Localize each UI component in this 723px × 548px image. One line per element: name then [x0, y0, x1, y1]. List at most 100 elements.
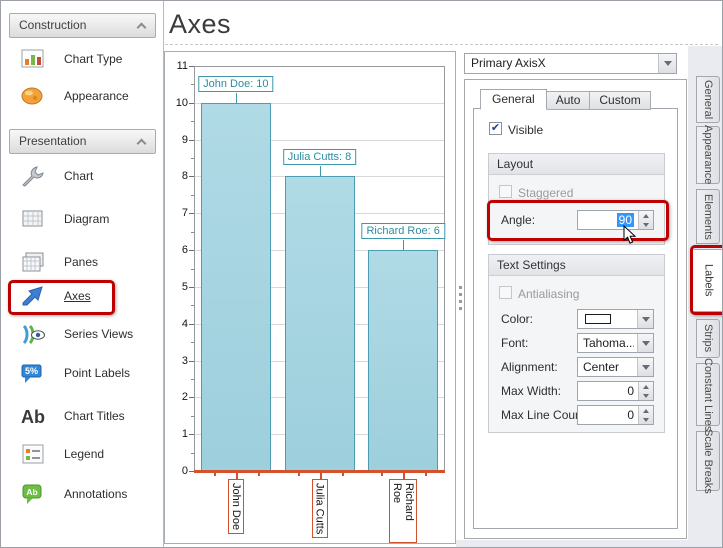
y-tick-label: 3	[165, 355, 188, 367]
y-tick-mark	[189, 361, 194, 362]
y-tick-label: 7	[165, 207, 188, 219]
y-minor-tick-mark	[191, 305, 194, 306]
bottom-strip	[456, 540, 723, 548]
alignment-dropdown[interactable]: Center	[577, 357, 654, 377]
tab-general[interactable]: General	[480, 89, 547, 110]
max-line-count-spin-buttons[interactable]	[638, 406, 653, 424]
staggered-checkbox[interactable]	[499, 185, 512, 198]
y-minor-tick-mark	[191, 195, 194, 196]
point-label-connector	[236, 93, 237, 103]
sidebar-item-label: Chart	[64, 169, 93, 183]
sidebar-item-chart-titles[interactable]: AbChart Titles	[9, 400, 159, 434]
y-minor-tick-mark	[191, 453, 194, 454]
chevron-down-icon	[642, 317, 650, 322]
font-value: Tahoma...	[583, 336, 634, 350]
x-axis-label-richard-roe: Richard Roe	[389, 479, 417, 543]
y-tick-label: 11	[165, 60, 188, 72]
visible-checkbox[interactable]: ✔	[489, 122, 502, 135]
sidebar-item-annotations[interactable]: AbAnnotations	[9, 478, 159, 512]
axis-selector-dropdown[interactable]: Primary AxisX	[464, 53, 677, 74]
max-line-count-value: 0	[627, 408, 634, 422]
splitter-handle[interactable]	[457, 286, 464, 314]
y-tick-mark	[189, 287, 194, 288]
angle-row-highlight	[487, 200, 669, 241]
appearance-icon	[19, 84, 47, 109]
sidebar-item-label: Appearance	[64, 89, 129, 103]
x-axis-label-john-doe: John Doe	[228, 479, 244, 534]
sidebar-item-label: Diagram	[64, 212, 109, 226]
chevron-down-icon	[642, 341, 650, 346]
diagram-icon	[19, 207, 47, 232]
sidebar-item-appearance[interactable]: Appearance	[9, 80, 159, 114]
side-tab-constant-lines[interactable]: Constant Lines	[696, 363, 720, 426]
x-minor-tick-mark	[381, 472, 383, 476]
x-label-connector	[403, 472, 405, 479]
point-label-connector	[320, 166, 321, 176]
sidebar-item-chart-type[interactable]: Chart Type	[9, 43, 159, 77]
legend-icon	[19, 442, 47, 467]
bar-richard-roe	[368, 250, 438, 471]
axis-selector-value: Primary AxisX	[471, 56, 546, 70]
page-title: Axes	[169, 9, 231, 40]
tab-custom[interactable]: Custom	[590, 91, 650, 110]
sidebar-item-panes[interactable]: Panes	[9, 246, 159, 280]
y-tick-label: 10	[165, 97, 188, 109]
x-minor-tick-mark	[258, 472, 260, 476]
alignment-dropdown-button[interactable]	[637, 358, 653, 376]
y-minor-tick-mark	[191, 379, 194, 380]
inspector-tabs: GeneralAutoCustom	[480, 89, 651, 110]
point-label: Richard Roe: 6	[361, 223, 444, 239]
side-tab-appearance[interactable]: Appearance	[696, 126, 720, 184]
font-dropdown-button[interactable]	[637, 334, 653, 352]
side-tab-label: Scale Breaks	[702, 429, 714, 494]
svg-text:Ab: Ab	[26, 487, 37, 497]
sidebar-item-label: Series Views	[64, 327, 133, 341]
y-tick-mark	[189, 66, 194, 67]
chart-designer-window: Construction Chart Type Appearance Presenta…	[0, 0, 723, 548]
dropdown-arrow-button[interactable]	[658, 54, 676, 73]
font-dropdown[interactable]: Tahoma...	[577, 333, 654, 353]
sidebar-item-chart[interactable]: Chart	[9, 160, 159, 194]
color-dropdown[interactable]	[577, 309, 654, 329]
color-dropdown-button[interactable]	[637, 310, 653, 328]
sidebar-group-header-presentation[interactable]: Presentation	[9, 129, 156, 154]
y-tick-mark	[189, 324, 194, 325]
x-label-connector	[236, 472, 238, 479]
x-minor-tick-mark	[298, 472, 300, 476]
mouse-cursor	[623, 225, 637, 245]
sidebar-item-diagram[interactable]: Diagram	[9, 203, 159, 237]
y-tick-label: 9	[165, 134, 188, 146]
y-tick-mark	[189, 176, 194, 177]
sidebar-item-legend[interactable]: Legend	[9, 438, 159, 472]
antialiasing-checkbox[interactable]	[499, 286, 512, 299]
text-settings-group: Text Settings Antialiasing Color: Font: …	[488, 254, 665, 433]
tab-auto[interactable]: Auto	[547, 91, 591, 110]
sidebar-item-series-views[interactable]: Series Views	[9, 318, 159, 352]
sidebar-item-label: Panes	[64, 255, 98, 269]
side-tab-strips[interactable]: Strips	[696, 319, 720, 358]
point-labels-icon: 5%	[19, 361, 47, 386]
alignment-label: Alignment:	[501, 360, 558, 374]
max-width-spin-buttons[interactable]	[638, 382, 653, 400]
sidebar-group-header-construction[interactable]: Construction	[9, 13, 156, 38]
side-tab-general[interactable]: General	[696, 76, 720, 123]
color-swatch	[585, 314, 611, 324]
y-tick-label: 5	[165, 281, 188, 293]
sidebar-item-label: Chart Titles	[64, 409, 125, 423]
point-label: Julia Cutts: 8	[283, 149, 357, 165]
spin-up-icon	[643, 409, 649, 413]
x-axis-label-julia-cutts: Julia Cutts	[312, 479, 328, 538]
y-tick-mark	[189, 213, 194, 214]
side-tab-elements[interactable]: Elements	[696, 189, 720, 244]
max-line-count-spin-edit[interactable]: 0	[577, 405, 654, 425]
side-tab-label: Appearance	[702, 125, 714, 184]
sidebar-item-point-labels[interactable]: 5%Point Labels	[9, 357, 159, 391]
point-label: John Doe: 10	[198, 76, 273, 92]
chart-icon	[19, 164, 47, 189]
x-minor-tick-mark	[214, 472, 216, 476]
side-tab-scale-breaks[interactable]: Scale Breaks	[696, 431, 720, 491]
max-width-spin-edit[interactable]: 0	[577, 381, 654, 401]
y-minor-tick-mark	[191, 232, 194, 233]
spin-up-icon	[643, 385, 649, 389]
point-label-connector	[403, 240, 404, 250]
